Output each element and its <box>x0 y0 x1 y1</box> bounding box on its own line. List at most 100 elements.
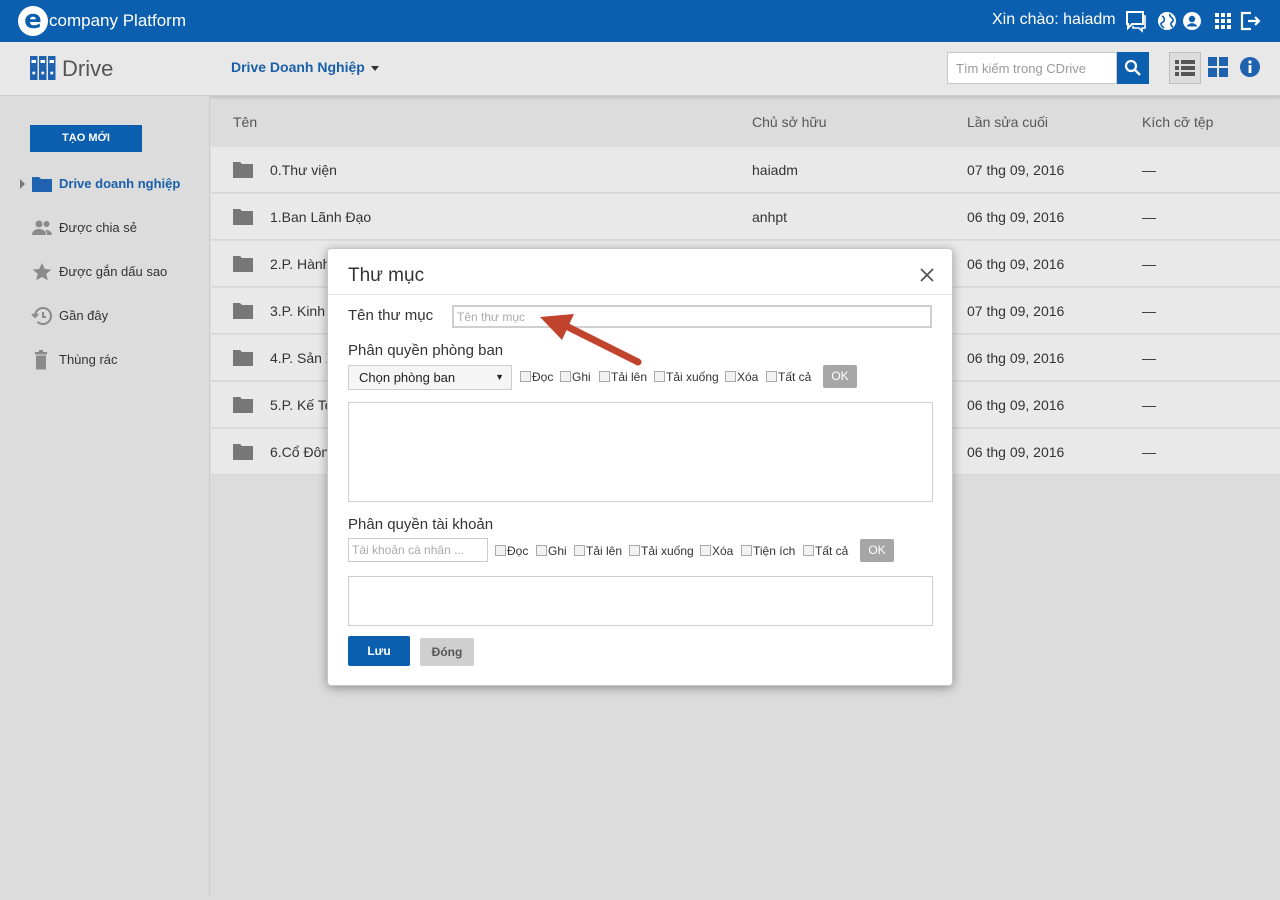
search-icon <box>1124 59 1141 76</box>
table-row[interactable]: 0.Thư viện haiadm 07 thg 09, 2016 — <box>211 147 1280 193</box>
sidebar-item-label: Drive doanh nghiệp <box>59 176 181 191</box>
search-input[interactable] <box>947 52 1117 84</box>
checkbox-label: Tải lên <box>586 544 623 558</box>
chat-icon[interactable] <box>1124 9 1148 33</box>
file-size: — <box>1142 209 1156 225</box>
account-permission-label: Phân quyền tài khoản <box>348 516 494 533</box>
column-header-name[interactable]: Tên <box>233 114 257 130</box>
dept-permission-list[interactable] <box>348 402 933 502</box>
dialog-divider <box>328 294 952 295</box>
checkbox-label: Tải xuống <box>666 370 719 384</box>
file-modified: 06 thg 09, 2016 <box>967 350 1065 366</box>
checkbox-label: Tải lên <box>611 370 648 384</box>
user-icon[interactable] <box>1180 9 1204 33</box>
acct-perm-download-checkbox[interactable]: Tải xuống <box>629 544 694 558</box>
company-logo[interactable]: e company Platform <box>18 6 186 36</box>
dept-perm-all-checkbox[interactable]: Tất cả <box>766 370 811 384</box>
globe-icon[interactable] <box>1155 9 1179 33</box>
column-header-size[interactable]: Kích cỡ tệp <box>1142 114 1213 130</box>
account-input[interactable] <box>348 538 488 562</box>
file-name: 0.Thư viện <box>270 162 337 178</box>
logo-text: company Platform <box>49 11 186 30</box>
account-permission-list[interactable] <box>348 576 933 626</box>
acct-perm-write-checkbox[interactable]: Ghi <box>536 544 567 558</box>
dept-perm-write-checkbox[interactable]: Ghi <box>560 370 591 384</box>
acct-perm-upload-checkbox[interactable]: Tải lên <box>574 544 622 558</box>
apps-grid-icon[interactable] <box>1211 9 1235 33</box>
dept-permission-label: Phân quyền phòng ban <box>348 342 504 359</box>
file-name: 5.P. Kế To <box>270 397 333 413</box>
star-icon <box>31 262 53 282</box>
info-icon[interactable] <box>1239 56 1261 83</box>
column-header-modified[interactable]: Lần sửa cuối <box>967 114 1048 130</box>
drive-switch-dropdown[interactable]: Drive Doanh Nghiệp <box>231 59 379 75</box>
sidebar-item-duoc-gan-dau-sao[interactable]: Được gắn dấu sao <box>0 254 210 290</box>
file-size: — <box>1142 256 1156 272</box>
sidebar: TẠO MỚI Drive doanh nghiệp Được chia sẻ … <box>0 96 210 896</box>
file-size: — <box>1142 162 1156 178</box>
close-icon[interactable] <box>920 268 934 282</box>
sidebar-item-gan-day[interactable]: Gần đây <box>0 298 210 334</box>
file-modified: 07 thg 09, 2016 <box>967 303 1065 319</box>
file-size: — <box>1142 350 1156 366</box>
sidebar-item-duoc-chia-se[interactable]: Được chia sẻ <box>0 210 210 246</box>
dept-perm-download-checkbox[interactable]: Tải xuống <box>654 370 719 384</box>
file-modified: 06 thg 09, 2016 <box>967 444 1065 460</box>
account-ok-button[interactable]: OK <box>860 539 894 562</box>
file-name: 6.Cổ Đôn <box>270 444 330 460</box>
expand-arrow-icon[interactable] <box>20 179 25 189</box>
logout-icon[interactable] <box>1238 9 1262 33</box>
sidebar-item-label: Được chia sẻ <box>59 220 137 235</box>
sidebar-item-label: Thùng rác <box>59 352 118 367</box>
search-button[interactable] <box>1117 52 1149 84</box>
file-name: 1.Ban Lãnh Đạo <box>270 209 372 225</box>
checkbox-label: Xóa <box>737 370 759 384</box>
dept-select-value: Chọn phòng ban <box>359 370 456 385</box>
acct-perm-all-checkbox[interactable]: Tất cả <box>803 544 848 558</box>
checkbox-label: Tất cả <box>815 544 849 558</box>
drive-switch-label: Drive Doanh Nghiệp <box>231 59 365 75</box>
column-header-owner[interactable]: Chủ sở hữu <box>752 114 827 130</box>
greeting-text: Xin chào: haiadm <box>992 11 1116 28</box>
folder-icon <box>233 349 253 369</box>
file-modified: 06 thg 09, 2016 <box>967 209 1065 225</box>
close-button[interactable]: Đóng <box>420 638 474 666</box>
table-row[interactable]: 1.Ban Lãnh Đạo anhpt 06 thg 09, 2016 — <box>211 194 1280 240</box>
dept-perm-upload-checkbox[interactable]: Tải lên <box>599 370 647 384</box>
drive-header: Drive Drive Doanh Nghiệp <box>0 42 1280 96</box>
file-size: — <box>1142 397 1156 413</box>
dialog-title: Thư mục <box>348 265 425 286</box>
trash-icon <box>31 350 53 370</box>
list-view-icon <box>1175 60 1195 76</box>
page-title: Drive <box>62 56 114 81</box>
folder-icon <box>31 174 53 194</box>
logo-mark: e <box>18 6 48 36</box>
dept-ok-button[interactable]: OK <box>823 365 857 388</box>
folder-icon <box>233 302 253 322</box>
sidebar-item-label: Được gắn dấu sao <box>59 264 168 279</box>
file-owner: haiadm <box>752 162 798 178</box>
dropdown-triangle-icon: ▼ <box>495 372 504 382</box>
dept-perm-delete-checkbox[interactable]: Xóa <box>725 370 758 384</box>
dept-select[interactable]: Chọn phòng ban ▼ <box>348 365 512 390</box>
acct-perm-utility-checkbox[interactable]: Tiện ích <box>741 544 795 558</box>
people-icon <box>31 218 53 238</box>
file-modified: 06 thg 09, 2016 <box>967 256 1065 272</box>
folder-name-input[interactable] <box>452 305 932 328</box>
history-icon <box>31 306 53 326</box>
sidebar-item-label: Gần đây <box>59 308 109 323</box>
sidebar-item-thung-rac[interactable]: Thùng rác <box>0 342 210 378</box>
file-size: — <box>1142 303 1156 319</box>
dept-perm-read-checkbox[interactable]: Đọc <box>520 370 553 384</box>
grid-view-icon[interactable] <box>1207 56 1229 83</box>
save-button[interactable]: Lưu <box>348 636 410 666</box>
list-view-button[interactable] <box>1169 52 1201 84</box>
acct-perm-delete-checkbox[interactable]: Xóa <box>700 544 733 558</box>
create-new-button[interactable]: TẠO MỚI <box>30 125 142 152</box>
folder-name-label: Tên thư mục <box>348 307 434 324</box>
checkbox-label: Đọc <box>532 370 554 384</box>
sidebar-item-drive-doanh-nghiep[interactable]: Drive doanh nghiệp <box>0 166 210 202</box>
table-header: Tên Chủ sở hữu Lần sửa cuối Kích cỡ tệp <box>211 96 1280 147</box>
file-modified: 07 thg 09, 2016 <box>967 162 1065 178</box>
acct-perm-read-checkbox[interactable]: Đọc <box>495 544 528 558</box>
